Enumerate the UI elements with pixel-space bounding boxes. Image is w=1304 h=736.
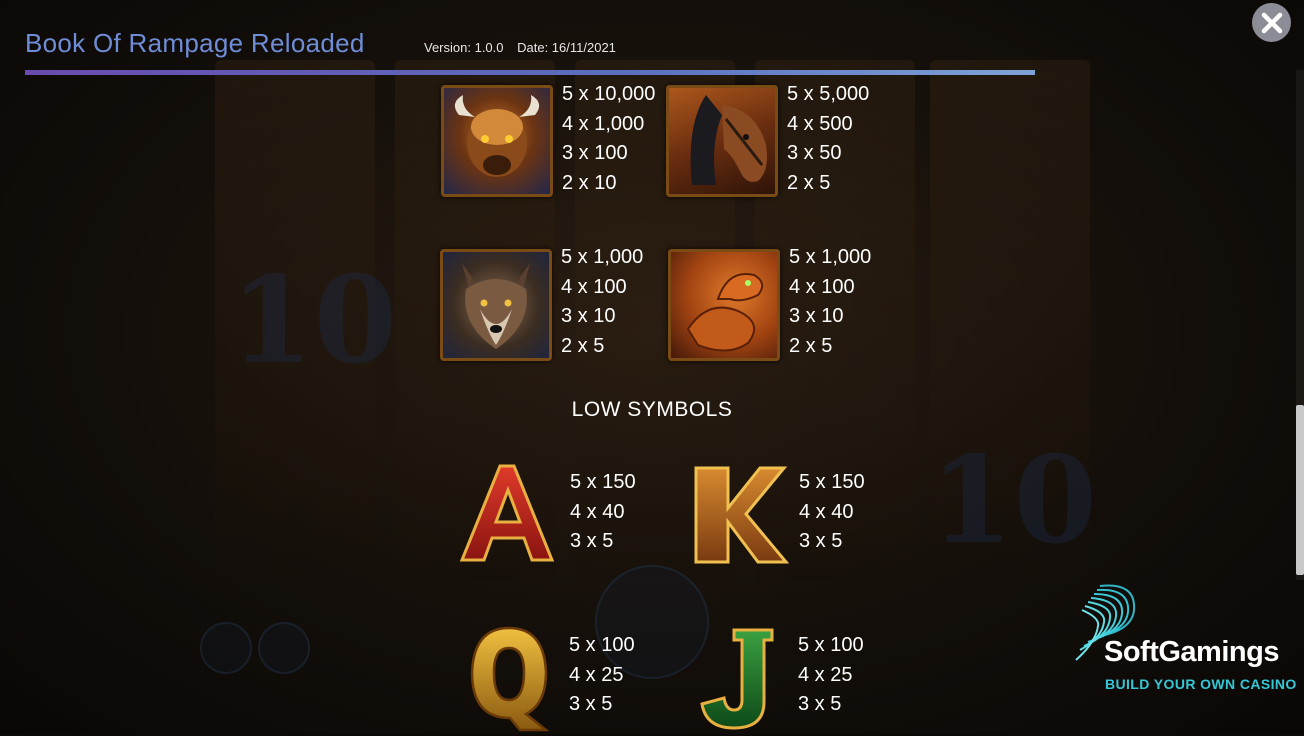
snake-symbol-icon (668, 249, 780, 361)
payout-line: 5 x 150 (570, 471, 636, 493)
title-underline (25, 70, 1035, 75)
low-symbols-heading: LOW SYMBOLS (571, 398, 733, 421)
payout-line: 5 x 150 (799, 471, 865, 493)
close-button[interactable] (1252, 3, 1291, 42)
wolf-symbol-icon (440, 249, 552, 361)
payout-line: 5 x 10,000 (562, 83, 656, 105)
payout-line: 4 x 40 (799, 500, 854, 523)
scrollbar-thumb[interactable] (1296, 405, 1304, 575)
payout-line: 4 x 40 (570, 500, 625, 523)
letter-k-payouts: 5 x 150 4 x 40 3 x 5 (799, 468, 865, 557)
payout-line: 5 x 100 (798, 634, 864, 656)
payout-line: 5 x 1,000 (789, 246, 872, 268)
date-label: Date: 16/11/2021 (517, 40, 616, 55)
version-info: Version: 1.0.0 Date: 16/11/2021 (424, 40, 616, 55)
letter-a-payouts: 5 x 150 4 x 40 3 x 5 (570, 468, 636, 557)
payout-line: 4 x 1,000 (562, 112, 645, 135)
info-header: Book Of Rampage Reloaded Version: 1.0.0 … (25, 28, 1035, 76)
wolf-payouts: 5 x 1,000 4 x 100 3 x 10 2 x 5 (561, 243, 643, 361)
game-title: Book Of Rampage Reloaded (25, 28, 365, 58)
horse-symbol-icon (666, 85, 778, 197)
payout-line: 2 x 5 (789, 334, 833, 357)
payout-line: 2 x 5 (561, 334, 605, 357)
payout-line: 3 x 5 (570, 530, 614, 552)
payout-line: 5 x 5,000 (787, 83, 870, 105)
horse-payouts: 5 x 5,000 4 x 500 3 x 50 2 x 5 (787, 80, 869, 198)
version-label: Version: 1.0.0 (424, 40, 504, 55)
ghost-help-button (200, 622, 252, 674)
brand-tagline: BUILD YOUR OWN CASINO (1105, 676, 1297, 692)
payout-line: 4 x 25 (569, 663, 624, 686)
payout-line: 5 x 1,000 (561, 246, 644, 268)
payout-line: 3 x 5 (799, 530, 843, 552)
letter-j-symbol-icon (688, 622, 798, 732)
payout-line: 3 x 50 (787, 142, 842, 164)
bison-payouts: 5 x 10,000 4 x 1,000 3 x 100 2 x 10 (562, 80, 655, 198)
brand-name: SoftGamings (1104, 636, 1279, 668)
ghost-symbol: 10 (230, 250, 397, 391)
letter-a-symbol-icon (452, 460, 562, 570)
payout-line: 3 x 10 (789, 305, 844, 327)
payout-line: 3 x 10 (561, 305, 616, 327)
letter-q-payouts: 5 x 100 4 x 25 3 x 5 (569, 631, 635, 720)
payout-line: 4 x 100 (561, 275, 627, 298)
softgamings-logo: SoftGamings BUILD YOUR OWN CASINO (1070, 580, 1297, 700)
ghost-minus-button (258, 622, 310, 674)
payout-line: 3 x 100 (562, 142, 628, 164)
letter-k-symbol-icon (684, 460, 794, 570)
ghost-symbol: 10 (930, 430, 1097, 571)
payout-line: 3 x 5 (798, 693, 842, 715)
payout-line: 4 x 500 (787, 112, 853, 135)
payout-line: 2 x 10 (562, 171, 617, 194)
close-icon (1261, 12, 1282, 33)
payout-line: 4 x 25 (798, 663, 853, 686)
snake-payouts: 5 x 1,000 4 x 100 3 x 10 2 x 5 (789, 243, 871, 361)
letter-j-payouts: 5 x 100 4 x 25 3 x 5 (798, 631, 864, 720)
letter-q-symbol-icon (454, 622, 564, 732)
payout-line: 5 x 100 (569, 634, 635, 656)
payout-line: 4 x 100 (789, 275, 855, 298)
bison-symbol-icon (441, 85, 553, 197)
payout-line: 2 x 5 (787, 171, 831, 194)
payout-line: 3 x 5 (569, 693, 613, 715)
